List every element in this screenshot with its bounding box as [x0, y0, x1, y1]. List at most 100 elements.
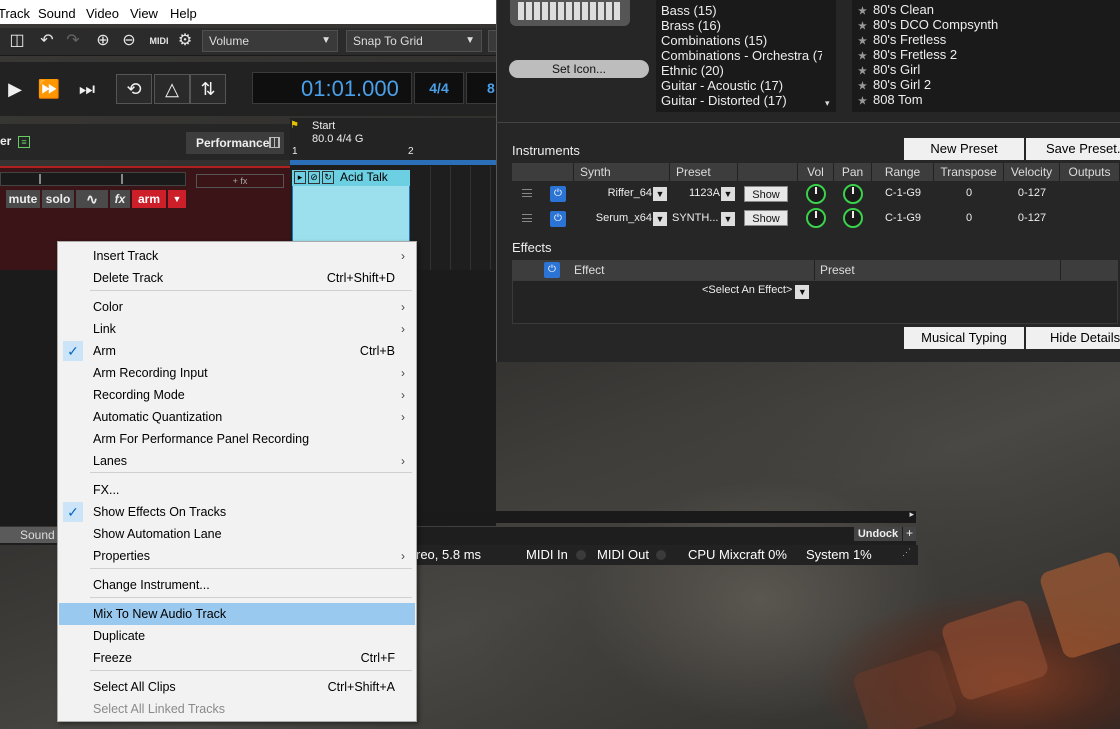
- mixer-label[interactable]: er ≡: [0, 134, 30, 152]
- menu-item-lanes[interactable]: Lanes ›: [59, 450, 415, 472]
- menu-item-insert-track[interactable]: Insert Track ›: [59, 245, 415, 267]
- inst-header-range[interactable]: Range: [872, 163, 934, 181]
- volume-knob[interactable]: [806, 184, 826, 204]
- inst-header-transpose[interactable]: Transpose: [934, 163, 1004, 181]
- add-panel-button[interactable]: +: [903, 527, 916, 541]
- category-item[interactable]: Guitar - Distorted (17): [661, 93, 787, 108]
- drag-handle-icon[interactable]: [522, 189, 532, 197]
- category-scrollbar[interactable]: ▾: [822, 0, 836, 112]
- show-button[interactable]: Show: [744, 186, 788, 202]
- inst-transpose[interactable]: 0: [934, 187, 1004, 199]
- category-item[interactable]: Brass (16): [661, 18, 721, 33]
- undock-button[interactable]: Undock: [854, 527, 902, 541]
- midi-icon[interactable]: MIDI: [146, 30, 172, 52]
- start-marker[interactable]: Start: [312, 120, 335, 132]
- menu-view[interactable]: View: [130, 6, 158, 21]
- star-icon[interactable]: ★: [858, 51, 867, 62]
- snap-dropdown[interactable]: Snap To Grid ▼: [346, 30, 482, 52]
- inst-synth[interactable]: Serum_x64: [584, 212, 652, 224]
- menu-help[interactable]: Help: [170, 6, 197, 21]
- track-meter[interactable]: [0, 172, 186, 186]
- power-icon[interactable]: ⏻: [544, 262, 560, 278]
- mute-button[interactable]: mute: [6, 190, 40, 208]
- chevron-down-icon[interactable]: ▼: [653, 187, 667, 201]
- skip-end-icon[interactable]: ⏭: [72, 76, 102, 102]
- category-item[interactable]: Ethnic (20): [661, 63, 724, 78]
- volume-knob[interactable]: [806, 208, 826, 228]
- add-fx-button[interactable]: + fx: [196, 174, 284, 188]
- category-item[interactable]: Bass (15): [661, 3, 717, 18]
- menu-item-arm-for-performance-panel-recording[interactable]: Arm For Performance Panel Recording: [59, 428, 415, 450]
- preset-item-label[interactable]: 80's Clean: [873, 2, 934, 17]
- horizontal-scrollbar[interactable]: ▸: [416, 509, 916, 523]
- play-icon[interactable]: ▸: [294, 171, 306, 184]
- tempo-display[interactable]: 8: [466, 72, 500, 104]
- menu-item-arm-recording-input[interactable]: Arm Recording Input ›: [59, 362, 415, 384]
- redo-icon[interactable]: ↷: [62, 30, 84, 52]
- play-icon[interactable]: ▶: [0, 76, 30, 102]
- menu-item-recording-mode[interactable]: Recording Mode ›: [59, 384, 415, 406]
- inst-header-outputs[interactable]: Outputs: [1060, 163, 1120, 181]
- chevron-right-icon[interactable]: ▸: [909, 509, 914, 520]
- mute-clip-icon[interactable]: ⊘: [308, 171, 320, 184]
- category-item[interactable]: Combinations (15): [661, 33, 767, 48]
- menu-item-duplicate[interactable]: Duplicate: [59, 625, 415, 647]
- menu-item-select-all-linked-tracks[interactable]: Select All Linked Tracks: [59, 698, 415, 720]
- preset-item-label[interactable]: 80's Girl 2: [873, 77, 931, 92]
- menu-item-properties[interactable]: Properties ›: [59, 545, 415, 567]
- menu-item-arm[interactable]: ✓ Arm Ctrl+B: [59, 340, 415, 362]
- inst-velocity[interactable]: 0-127: [1004, 187, 1060, 199]
- chevron-down-icon[interactable]: ▼: [653, 212, 667, 226]
- menu-item-automatic-quantization[interactable]: Automatic Quantization ›: [59, 406, 415, 428]
- meter-display[interactable]: 4/4: [414, 72, 464, 104]
- zoom-out-icon[interactable]: ⊖: [118, 30, 140, 52]
- tempo-marker[interactable]: 80.0 4/4 G: [312, 133, 363, 145]
- fx-button[interactable]: fx: [110, 190, 130, 208]
- inst-header-synth[interactable]: Synth: [574, 163, 670, 181]
- inst-preset[interactable]: SYNTH...: [672, 212, 720, 224]
- menu-item-freeze[interactable]: Freeze Ctrl+F: [59, 647, 415, 669]
- star-icon[interactable]: ★: [858, 66, 867, 77]
- zoom-in-icon[interactable]: ⊕: [92, 30, 114, 52]
- set-icon-button[interactable]: Set Icon...: [509, 60, 649, 78]
- pan-knob[interactable]: [843, 184, 863, 204]
- layout-icon[interactable]: ◫: [6, 30, 28, 52]
- inst-header-vol[interactable]: Vol: [798, 163, 834, 181]
- power-icon[interactable]: ⏻: [550, 211, 566, 227]
- category-item[interactable]: Combinations - Orchestra (7: [661, 48, 824, 63]
- resize-grip-icon[interactable]: ⋰: [902, 547, 911, 558]
- preset-item-label[interactable]: 80's Girl: [873, 62, 920, 77]
- menu-item-show-automation-lane[interactable]: Show Automation Lane: [59, 523, 415, 545]
- menu-sound[interactable]: Sound: [38, 6, 76, 21]
- inst-header-preset[interactable]: Preset: [670, 163, 738, 181]
- solo-button[interactable]: solo: [42, 190, 74, 208]
- inst-synth[interactable]: Riffer_64: [590, 187, 652, 199]
- effects-list[interactable]: [512, 280, 1118, 324]
- loop-icon[interactable]: ⟲: [116, 74, 152, 104]
- loop-icon[interactable]: ↻: [322, 171, 334, 184]
- hide-details-button[interactable]: Hide Details: [1026, 327, 1120, 349]
- menu-item-mix-to-new-audio-track[interactable]: Mix To New Audio Track: [59, 603, 415, 625]
- menu-item-link[interactable]: Link ›: [59, 318, 415, 340]
- preset-item-label[interactable]: 80's Fretless: [873, 32, 946, 47]
- menu-item-select-all-clips[interactable]: Select All Clips Ctrl+Shift+A: [59, 676, 415, 698]
- volume-dropdown[interactable]: Volume ▼: [202, 30, 338, 52]
- time-display[interactable]: 01:01.000: [252, 72, 412, 104]
- arm-button[interactable]: arm: [132, 190, 166, 208]
- chevron-down-icon[interactable]: ▾: [825, 98, 830, 109]
- metronome-icon[interactable]: △: [154, 74, 190, 104]
- star-icon[interactable]: ★: [858, 81, 867, 92]
- menu-item-change-instrument[interactable]: Change Instrument...: [59, 574, 415, 596]
- preset-item-label[interactable]: 80's Fretless 2: [873, 47, 957, 62]
- drag-handle-icon[interactable]: [522, 214, 532, 222]
- inst-header-pan[interactable]: Pan: [834, 163, 872, 181]
- automation-icon[interactable]: ∿: [76, 190, 108, 208]
- musical-typing-button[interactable]: Musical Typing: [904, 327, 1024, 349]
- punch-icon[interactable]: ⇅: [190, 74, 226, 104]
- menu-item-fx[interactable]: FX...: [59, 479, 415, 501]
- preset-item-label[interactable]: 80's DCO Compsynth: [873, 17, 998, 32]
- star-icon[interactable]: ★: [858, 6, 867, 17]
- inst-range[interactable]: C-1-G9: [872, 187, 934, 199]
- sound-tab[interactable]: Sound: [0, 527, 60, 543]
- gear-icon[interactable]: ⚙: [174, 30, 196, 52]
